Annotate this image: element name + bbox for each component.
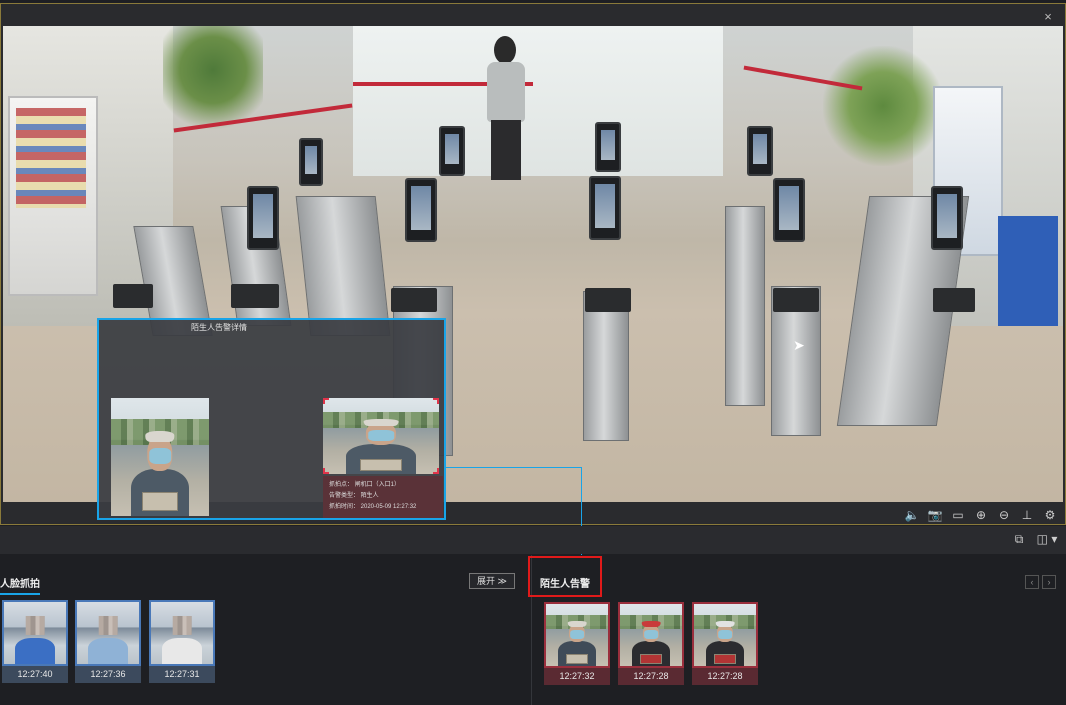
zoom-out-icon[interactable]: ⊖ (995, 506, 1013, 524)
panel-toolbar: ⧉ ◫ ▾ (0, 526, 1066, 554)
capture-time: 12:27:40 (2, 666, 68, 683)
video-toolbar: 🔈 📷 ▭ ⊕ ⊖ ⊥ ⚙ (903, 504, 1059, 526)
alert-time: 12:27:28 (618, 668, 684, 685)
alert-info-box: 抓拍点： 闸机口（入口1） 告警类型： 陌生人 抓拍时间： 2020-05-09… (323, 476, 443, 518)
stranger-alert-item[interactable]: 12:27:32 (544, 602, 610, 688)
capture-thumbnail (149, 600, 215, 666)
prev-page-icon[interactable]: ‹ (1025, 575, 1039, 589)
zoom-in-icon[interactable]: ⊕ (972, 506, 990, 524)
alert-thumbnail (618, 602, 684, 668)
capture-thumbnail (2, 600, 68, 666)
face-capture-item[interactable]: 12:27:36 (75, 600, 141, 686)
next-page-icon[interactable]: › (1042, 575, 1056, 589)
face-capture-item[interactable]: 12:27:40 (2, 600, 68, 686)
alert-title-highlight (528, 556, 602, 597)
stranger-alert-section: 陌生人告警 ‹ › 12:27:32 12:27:28 12:27:28 (531, 555, 1066, 705)
vending-machine (8, 96, 98, 296)
face-capture-section: 人脸抓拍 展开 ≫ 12:27:40 12:27:36 12:27:31 (0, 555, 530, 705)
stranger-alert-item[interactable]: 12:27:28 (618, 602, 684, 688)
record-icon[interactable]: ▭ (949, 506, 967, 524)
capture-shirt (15, 637, 55, 664)
capture-shirt (162, 637, 202, 664)
popup-title: 陌生人告警详情 (191, 323, 247, 332)
info-row: 抓拍点： 闸机口（入口1） (329, 482, 401, 488)
capture-time: 12:27:31 (149, 666, 215, 683)
stranger-alert-detail-popup[interactable]: 陌生人告警详情 抓拍点： 闸机口（入口1） 告警类型： 陌生人 抓拍时间： 20… (97, 318, 446, 520)
ptz-icon[interactable]: ⊥ (1018, 506, 1036, 524)
info-row: 抓拍时间： 2020-05-09 12:27:32 (329, 504, 417, 510)
expand-button[interactable]: 展开 ≫ (469, 573, 515, 589)
monitor-window: × ➤ 🔈 📷 ▭ ⊕ ⊖ ⊥ ⚙ 陌生人告警详情 抓拍点： 闸机口（入口1） … (0, 0, 1066, 705)
connector-line (446, 467, 582, 468)
face-capture-item[interactable]: 12:27:31 (149, 600, 215, 686)
face-capture-title: 人脸抓拍 (0, 575, 40, 595)
alert-thumbnail (692, 602, 758, 668)
alert-time: 12:27:28 (692, 668, 758, 685)
snapshot-icon[interactable]: 📷 (926, 506, 944, 524)
person-in-scene (481, 36, 531, 186)
capture-shirt (88, 637, 128, 664)
window-icon[interactable]: ⧉ (1010, 532, 1028, 548)
captured-face-image (323, 398, 439, 474)
capture-time: 12:27:36 (75, 666, 141, 683)
settings-icon[interactable]: ⚙ (1041, 506, 1059, 524)
info-row: 告警类型： 陌生人 (329, 493, 379, 499)
layout-icon[interactable]: ◫ ▾ (1034, 532, 1060, 548)
mouse-cursor: ➤ (793, 337, 805, 353)
close-icon[interactable]: × (1041, 10, 1055, 24)
alert-time: 12:27:32 (544, 668, 610, 685)
alert-thumbnail (544, 602, 610, 668)
reference-scene-image (111, 398, 209, 516)
capture-thumbnail (75, 600, 141, 666)
volume-icon[interactable]: 🔈 (903, 506, 921, 524)
stranger-alert-item[interactable]: 12:27:28 (692, 602, 758, 688)
